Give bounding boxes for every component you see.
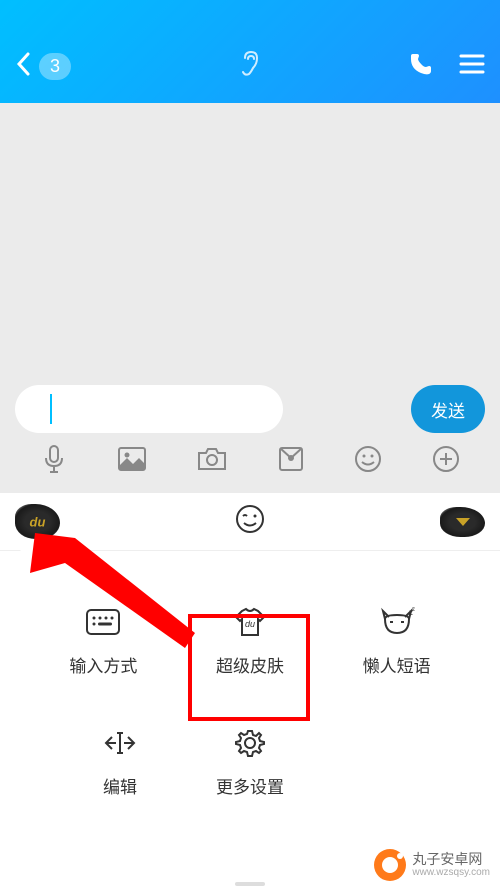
gear-icon <box>234 727 266 759</box>
chat-header: 3 <box>0 0 500 103</box>
keyboard-logo-icon[interactable] <box>15 504 60 539</box>
drag-handle[interactable] <box>235 882 265 886</box>
item-label: 更多设置 <box>216 773 284 798</box>
unread-badge[interactable]: 3 <box>39 53 71 80</box>
lazy-phrases-button[interactable]: zz 懒人短语 <box>342 606 452 677</box>
tshirt-icon: du <box>232 606 268 638</box>
collapse-icon[interactable] <box>440 507 485 537</box>
svg-text:du: du <box>245 619 255 629</box>
plus-icon[interactable] <box>432 445 460 478</box>
camera-icon[interactable] <box>197 446 227 477</box>
edit-cursor-icon <box>102 727 138 759</box>
item-label: 超级皮肤 <box>216 652 284 677</box>
image-icon[interactable] <box>117 446 147 477</box>
item-label: 懒人短语 <box>363 652 431 677</box>
keyboard-settings-panel: 输入方式 du 超级皮肤 zz 懒人短语 编辑 更多设置 <box>0 551 500 896</box>
watermark-title: 丸子安卓网 <box>412 852 490 867</box>
text-cursor <box>50 394 52 424</box>
keyboard-tab-bar <box>0 493 500 551</box>
input-method-button[interactable]: 输入方式 <box>48 606 158 677</box>
watermark: 丸子安卓网 www.wzsqsy.com <box>374 849 490 881</box>
phone-icon[interactable] <box>408 51 434 82</box>
send-button[interactable]: 发送 <box>411 385 485 433</box>
tab-indicator <box>20 541 40 551</box>
redpacket-icon[interactable] <box>277 446 305 477</box>
watermark-url: www.wzsqsy.com <box>412 867 490 878</box>
menu-icon[interactable] <box>459 53 485 80</box>
back-icon[interactable] <box>15 51 31 82</box>
message-input[interactable] <box>15 385 283 433</box>
item-label: 编辑 <box>103 773 137 798</box>
emoji-icon[interactable] <box>354 445 382 478</box>
svg-text:z: z <box>412 607 415 613</box>
more-settings-button[interactable]: 更多设置 <box>195 727 305 798</box>
super-skin-button[interactable]: du 超级皮肤 <box>195 606 305 677</box>
edit-button[interactable]: 编辑 <box>65 727 175 798</box>
wink-emoji-icon[interactable] <box>235 504 265 539</box>
watermark-logo-icon <box>374 849 406 881</box>
ear-icon[interactable] <box>239 50 261 83</box>
voice-icon[interactable] <box>40 444 68 479</box>
cat-sleep-icon: zz <box>379 606 415 638</box>
chat-messages-area[interactable]: 发送 <box>0 103 500 493</box>
keyboard-icon <box>85 606 121 638</box>
item-label: 输入方式 <box>69 652 137 677</box>
